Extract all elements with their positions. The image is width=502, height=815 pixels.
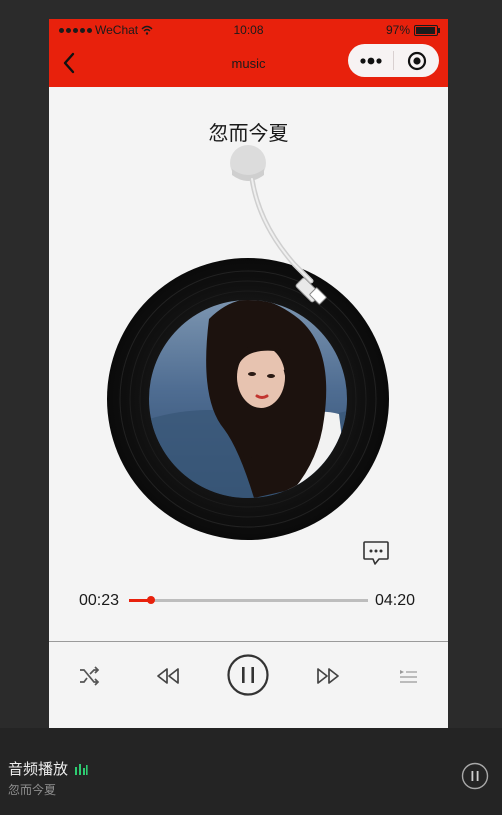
shuffle-icon bbox=[80, 666, 100, 686]
next-icon bbox=[317, 668, 339, 684]
pause-icon bbox=[461, 762, 489, 790]
mini-player-title-row: 音频播放 bbox=[8, 758, 88, 779]
progress-bar[interactable] bbox=[129, 596, 368, 604]
comment-button[interactable] bbox=[362, 540, 390, 566]
total-time: 04:20 bbox=[375, 592, 416, 609]
floating-audio-player[interactable]: 音频播放 忽而今夏 bbox=[0, 728, 502, 815]
pause-icon bbox=[227, 654, 269, 696]
mini-player-title: 音频播放 bbox=[8, 761, 69, 778]
comment-icon bbox=[363, 541, 389, 565]
next-button[interactable] bbox=[313, 662, 343, 690]
progress-handle[interactable] bbox=[146, 596, 155, 604]
current-time: 00:23 bbox=[79, 592, 120, 609]
previous-button[interactable] bbox=[153, 662, 183, 690]
vinyl-disc bbox=[107, 258, 389, 540]
playlist-icon bbox=[400, 670, 417, 683]
controls-divider bbox=[49, 641, 448, 642]
shuffle-button[interactable] bbox=[75, 662, 103, 690]
phone-screen: WeChat 10:08 97% music 忽而今夏 00:23 04:20 bbox=[49, 19, 448, 728]
equalizer-icon bbox=[75, 763, 88, 775]
playlist-button[interactable] bbox=[395, 662, 421, 690]
previous-icon bbox=[157, 668, 179, 684]
mini-pause-button[interactable] bbox=[461, 762, 489, 790]
play-pause-button[interactable] bbox=[226, 653, 270, 697]
mini-player-song: 忽而今夏 bbox=[8, 783, 57, 797]
